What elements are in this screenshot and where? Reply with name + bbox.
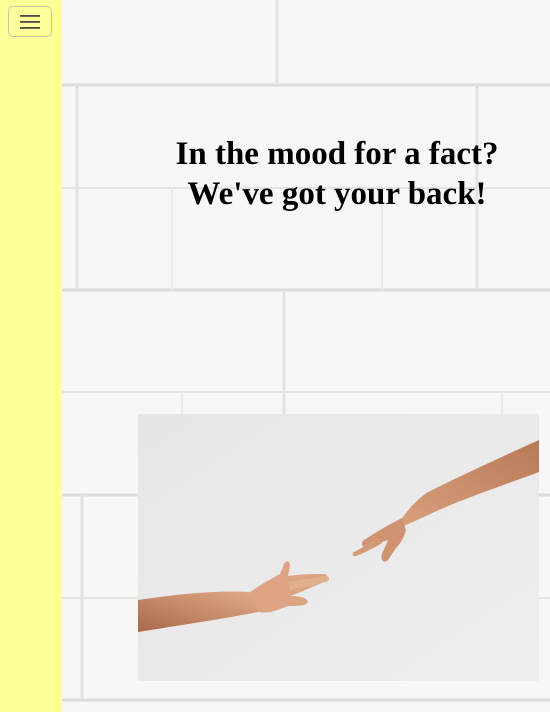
menu-toggle-button[interactable] [8,6,52,37]
page: In the mood for a fact? We've got your b… [0,0,550,712]
main-content: In the mood for a fact? We've got your b… [62,0,550,712]
hero-headline: In the mood for a fact? We've got your b… [142,134,532,214]
two-hands-reaching-image [138,414,539,681]
headline-line-2: We've got your back! [187,176,487,212]
sidebar [0,0,62,712]
headline-line-1: In the mood for a fact? [175,136,499,172]
hamburger-menu-icon [20,14,40,29]
